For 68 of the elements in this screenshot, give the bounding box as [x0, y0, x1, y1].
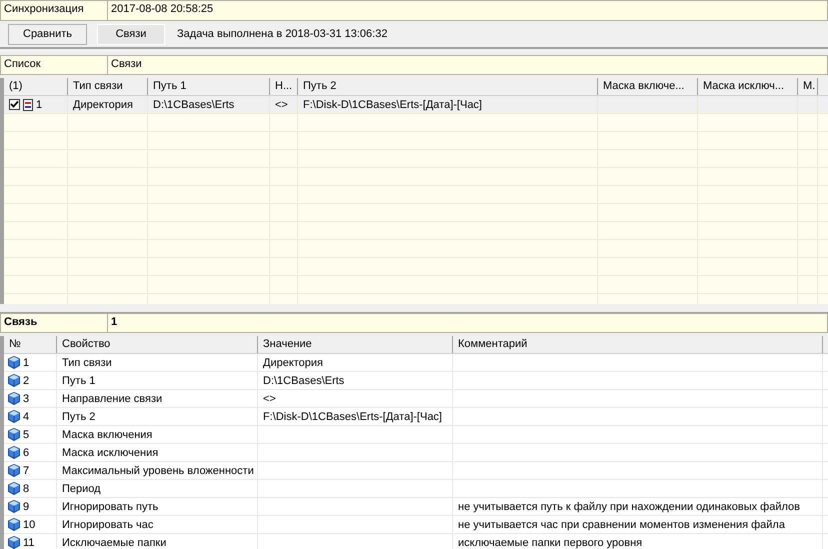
table-cell: Исключаемые папки — [62, 536, 166, 548]
table-cell: Тип связи — [62, 356, 112, 368]
table-cell: Игнорировать час — [62, 518, 154, 530]
table-cell: не учитывается час при сравнении моментов изменения файла — [458, 518, 785, 530]
table-cell: 7 — [23, 464, 30, 476]
column-header[interactable]: Тип связи — [68, 78, 148, 95]
table-cell: 2 — [23, 374, 30, 386]
table-cell: 10 — [23, 518, 36, 530]
table-cell: исключаемые папки первого уровня — [458, 536, 642, 548]
column-header[interactable]: Н... — [270, 78, 298, 95]
table-cell: Путь 1 — [62, 374, 96, 386]
cube-icon — [8, 374, 20, 387]
column-header[interactable]: Путь 1 — [148, 78, 270, 95]
table-cell: 8 — [23, 482, 30, 494]
cube-icon — [8, 428, 20, 441]
cube-icon — [8, 518, 20, 531]
field-label: Список — [1, 56, 108, 74]
column-header[interactable]: Путь 2 — [298, 78, 598, 95]
table-cell: не учитывается путь к файлу при нахождении одинаковых файлов — [458, 500, 800, 512]
table-cell: F:\Disk-D\1CBases\Erts-[Дата]-[Час] — [263, 410, 442, 422]
table-cell: 6 — [23, 446, 30, 458]
column-header[interactable]: Значение — [258, 336, 453, 353]
cube-icon — [8, 392, 20, 405]
checkbox[interactable] — [9, 99, 20, 110]
column-header[interactable]: Маска включе... — [598, 78, 698, 95]
table-cell: <> — [263, 392, 276, 404]
field-label: Связь — [1, 314, 108, 332]
table-cell: <> — [275, 98, 288, 110]
cube-icon — [8, 356, 20, 369]
table-cell: 1 — [23, 356, 30, 368]
table-cell: Директория — [263, 356, 324, 368]
field-label: Синхронизация — [1, 1, 108, 20]
cube-icon — [8, 536, 20, 549]
table-cell: Маска включения — [62, 428, 152, 440]
table-cell: Максимальный уровень вложенности — [62, 464, 254, 476]
table-cell: D:\1CBases\Erts — [153, 98, 234, 110]
column-header[interactable]: М. — [798, 78, 818, 95]
table-cell: Период — [62, 482, 101, 494]
table-cell: Игнорировать путь — [62, 500, 158, 512]
table-cell: F:\Disk-D\1CBases\Erts-[Дата]-[Час] — [303, 98, 482, 110]
toolbar-button[interactable]: Связи — [97, 24, 166, 44]
table-cell: 11 — [23, 536, 34, 548]
table-cell: D:\1CBases\Erts — [263, 374, 344, 386]
table-cell: Путь 2 — [62, 410, 96, 422]
cube-icon — [8, 410, 20, 423]
field-value: Связи — [110, 57, 143, 72]
field-value: 2017-08-08 20:58:25 — [110, 2, 214, 17]
field-value: 1 — [110, 315, 118, 330]
table-cell: Направление связи — [62, 392, 162, 404]
table-cell: 5 — [23, 428, 30, 440]
table-cell: Маска исключения — [62, 446, 158, 458]
table-cell: 9 — [23, 500, 30, 512]
cube-icon — [8, 500, 20, 513]
document-icon — [23, 98, 33, 110]
column-header[interactable]: Маска исключ... — [698, 78, 798, 95]
status-text: Задача выполнена в 2018-03-31 13:06:32 — [177, 28, 388, 40]
table-cell: Директория — [73, 98, 134, 110]
column-header[interactable]: № — [4, 336, 57, 353]
table-cell: 1 — [36, 98, 42, 110]
table-cell: 4 — [23, 410, 30, 422]
column-header[interactable]: (1) — [4, 78, 68, 95]
column-header[interactable]: Комментарий — [453, 336, 823, 353]
cube-icon — [8, 446, 20, 459]
cube-icon — [8, 482, 20, 495]
cube-icon — [8, 464, 20, 477]
column-header[interactable]: Свойство — [57, 336, 258, 353]
table-cell: 3 — [23, 392, 30, 404]
toolbar-button[interactable]: Сравнить — [8, 24, 88, 44]
